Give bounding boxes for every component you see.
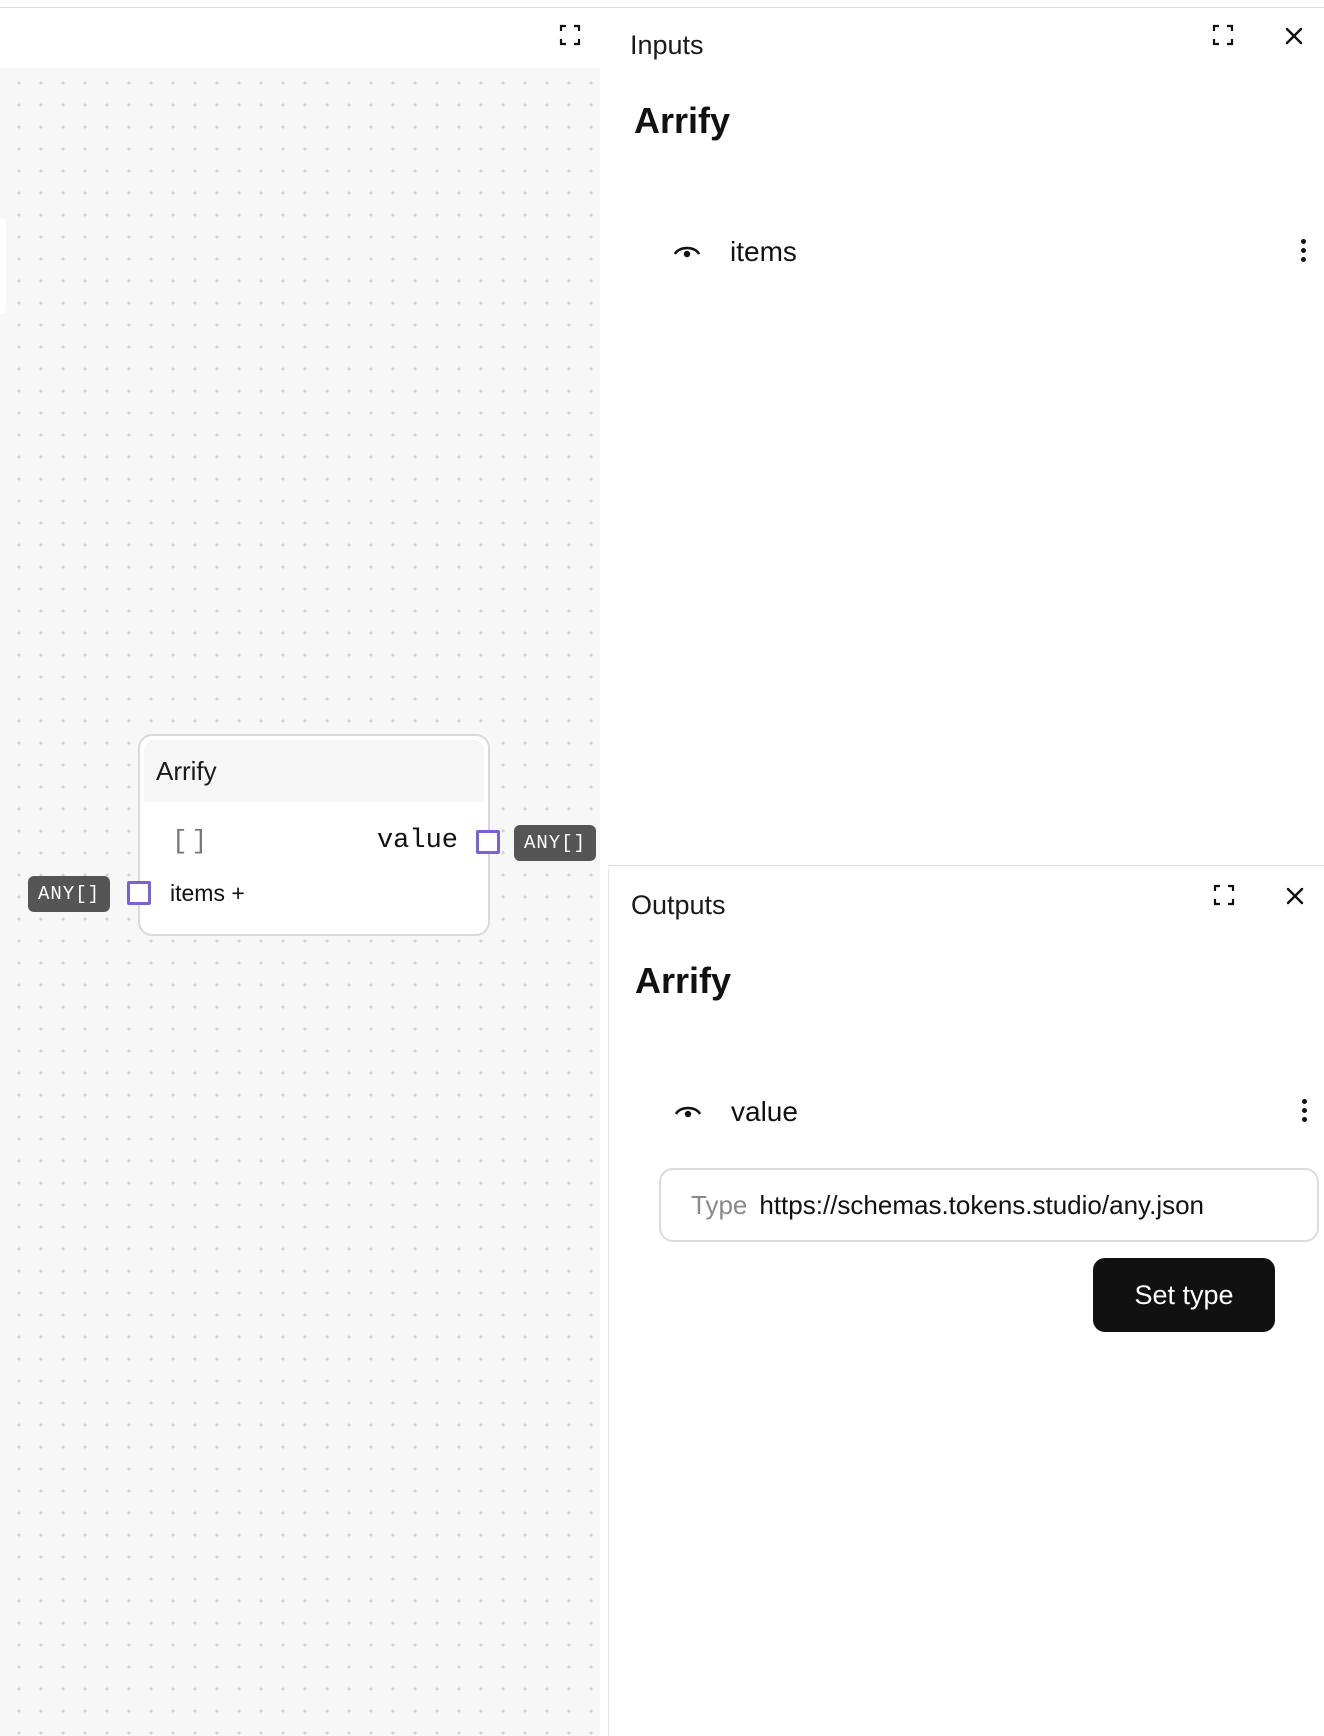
inputs-panel: Inputs Arrify items xyxy=(608,8,1324,866)
input-port[interactable] xyxy=(127,881,151,905)
canvas-edge-handle xyxy=(0,218,6,314)
top-divider xyxy=(0,0,1324,8)
inputs-node-name: Arrify xyxy=(634,100,731,141)
canvas-header xyxy=(0,8,600,68)
output-port[interactable] xyxy=(476,830,500,854)
inputs-close-icon[interactable] xyxy=(1282,24,1306,48)
outputs-node-name: Arrify xyxy=(635,960,732,1001)
canvas-expand-icon[interactable] xyxy=(559,24,581,46)
kebab-icon[interactable] xyxy=(1298,236,1308,270)
input-type-badge: ANY[] xyxy=(28,876,111,912)
output-row-label: value xyxy=(731,1096,798,1127)
outputs-expand-icon[interactable] xyxy=(1213,884,1235,906)
graph-canvas[interactable]: Arrify [] value items + ANY[] ANY[] xyxy=(0,68,600,1736)
output-type-badge: ANY[] xyxy=(514,825,597,861)
kebab-icon[interactable] xyxy=(1299,1096,1309,1130)
output-row-value: value xyxy=(659,1088,1307,1138)
set-type-button[interactable]: Set type xyxy=(1093,1258,1275,1332)
node-default-value: [] xyxy=(172,826,212,856)
type-field-value[interactable]: https://schemas.tokens.studio/any.json xyxy=(759,1190,1204,1221)
eye-icon[interactable] xyxy=(672,240,702,264)
outputs-panel-title: Outputs xyxy=(631,890,726,920)
arrify-node[interactable]: Arrify [] value items + xyxy=(138,734,490,936)
inputs-expand-icon[interactable] xyxy=(1212,24,1234,46)
input-row-label: items xyxy=(730,236,797,267)
inputs-panel-title: Inputs xyxy=(630,30,704,60)
node-title: Arrify xyxy=(144,740,484,802)
type-field-label: Type xyxy=(691,1189,748,1220)
input-row-items: items xyxy=(658,228,1306,278)
node-input-label[interactable]: items + xyxy=(170,880,245,907)
eye-icon[interactable] xyxy=(673,1100,703,1124)
outputs-close-icon[interactable] xyxy=(1283,884,1307,908)
node-output-label: value xyxy=(376,826,458,856)
outputs-panel: Outputs Arrify value Type https://schema… xyxy=(608,868,1324,1736)
type-field[interactable]: Type https://schemas.tokens.studio/any.j… xyxy=(659,1168,1319,1242)
